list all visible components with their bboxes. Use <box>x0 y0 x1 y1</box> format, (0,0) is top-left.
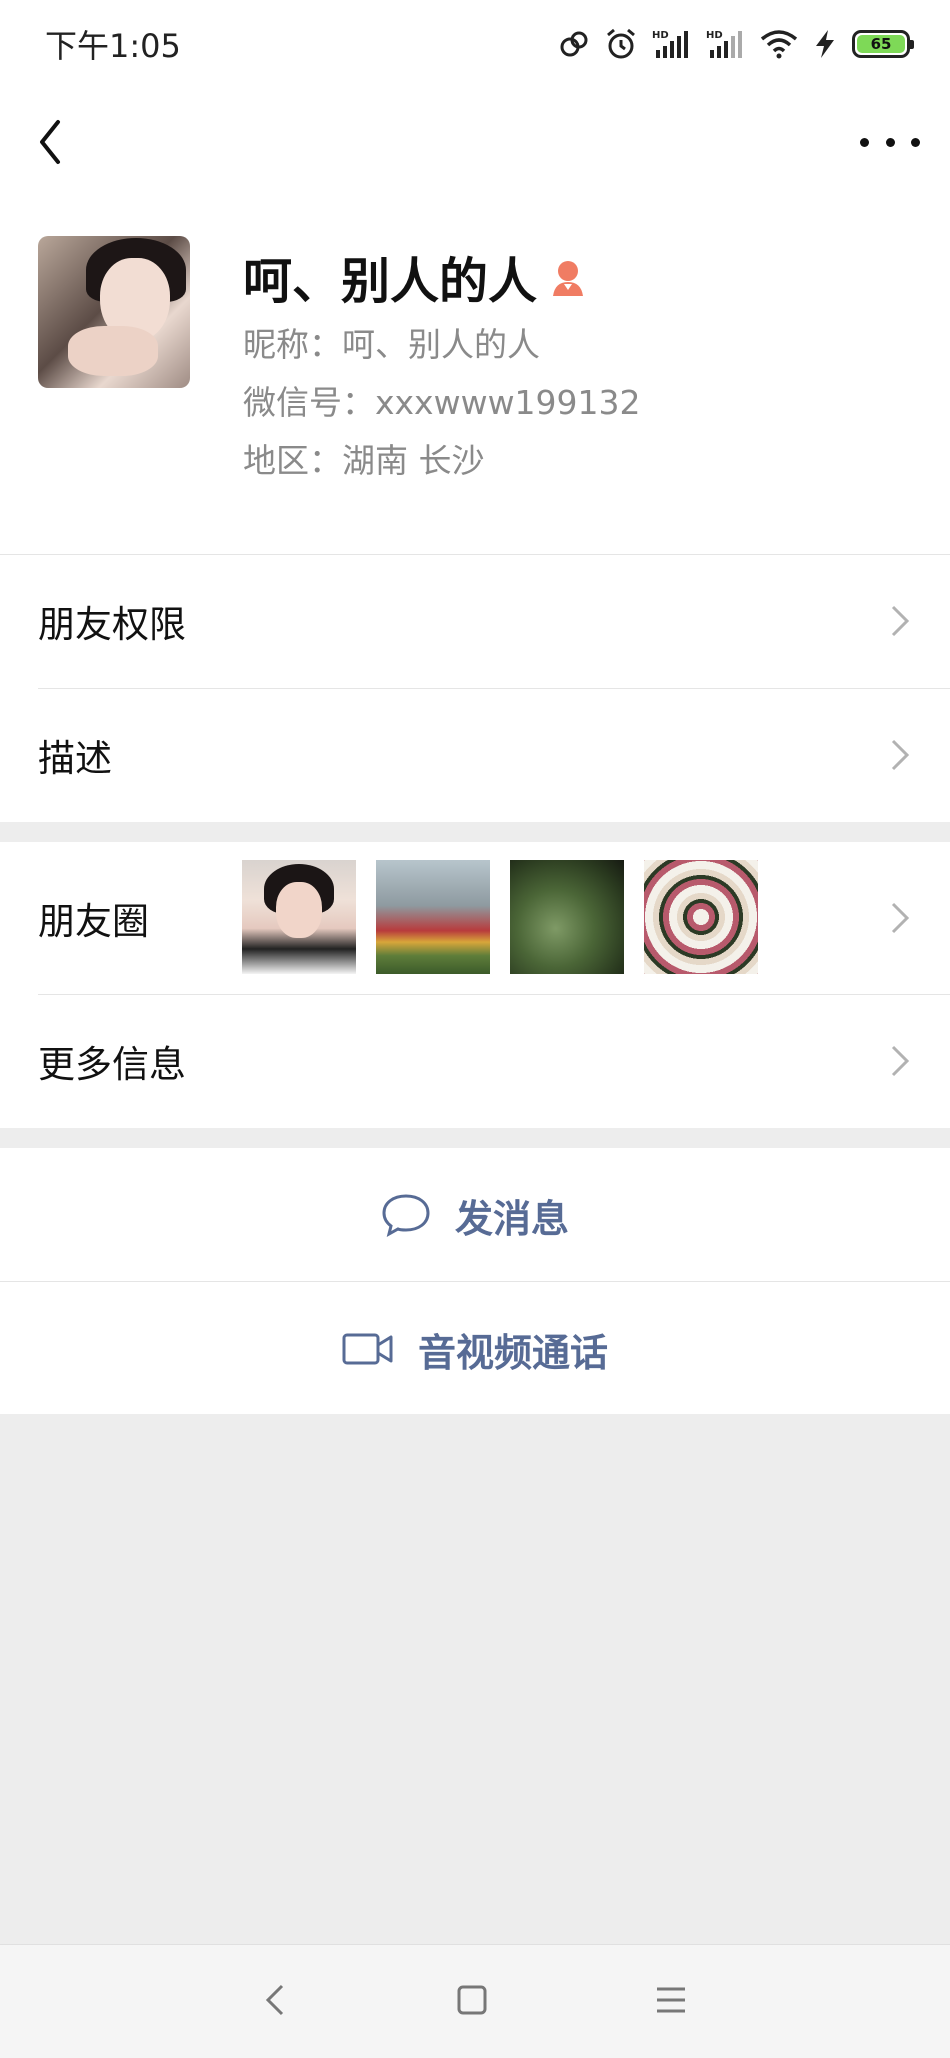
video-call-button[interactable]: 音视频通话 <box>0 1282 950 1416</box>
video-camera-icon <box>342 1333 393 1365</box>
profile-header: 呵、别人的人 昵称：呵、别人的人 微信号：xxxwww199132 地区：湖南 … <box>0 198 950 554</box>
battery-level: 65 <box>857 35 905 53</box>
more-dots-icon <box>911 137 920 147</box>
link-icon <box>560 31 588 57</box>
moment-thumbnail[interactable] <box>644 860 758 974</box>
alarm-icon <box>607 28 635 59</box>
battery-icon: 65 <box>852 30 914 58</box>
actions-group: 发消息 音视频通话 <box>0 1148 950 1414</box>
moments-thumbnails <box>242 860 758 974</box>
menu-lines-icon <box>657 1987 685 2012</box>
more-info-row[interactable]: 更多信息 <box>0 994 950 1128</box>
moment-thumbnail[interactable] <box>376 860 490 974</box>
chevron-right-icon <box>891 605 910 637</box>
status-icons: HD HD 65 <box>558 27 914 61</box>
system-home-button[interactable] <box>455 1983 489 2021</box>
chevron-left-icon <box>40 120 60 164</box>
system-back-button[interactable] <box>262 1982 290 2022</box>
description-row[interactable]: 描述 <box>0 688 950 822</box>
wifi-icon <box>760 30 798 59</box>
top-nav <box>0 88 950 198</box>
hd-signal-icon: HD <box>706 30 742 58</box>
more-info-label: 更多信息 <box>38 1043 186 1086</box>
settings-group: 朋友权限 描述 <box>0 554 950 822</box>
moment-thumbnail[interactable] <box>510 860 624 974</box>
more-dots-icon <box>860 137 869 147</box>
nickname-line: 昵称：呵、别人的人 <box>243 325 540 364</box>
wechat-id-line: 微信号：xxxwww199132 <box>243 383 641 422</box>
status-time: 下午1:05 <box>45 27 181 65</box>
home-square-icon <box>457 1985 487 2014</box>
chevron-right-icon <box>891 902 910 934</box>
video-call-label: 音视频通话 <box>417 1330 608 1375</box>
name-row: 呵、别人的人 <box>243 242 587 313</box>
friend-permissions-row[interactable]: 朋友权限 <box>0 554 950 688</box>
more-dots-icon <box>885 137 895 147</box>
back-triangle-icon <box>265 1984 284 2015</box>
hd-signal-icon: HD <box>652 30 688 58</box>
system-nav-bar <box>0 1944 950 2058</box>
female-icon <box>553 260 584 296</box>
back-button[interactable] <box>28 114 78 170</box>
region-line: 地区：湖南 长沙 <box>243 441 485 480</box>
status-bar: 下午1:05 HD HD 65 <box>0 0 950 88</box>
avatar[interactable] <box>38 236 190 388</box>
more-options-button[interactable] <box>860 120 920 164</box>
moments-label: 朋友圈 <box>38 900 149 943</box>
svg-text:HD: HD <box>652 30 669 41</box>
send-message-button[interactable]: 发消息 <box>0 1148 950 1282</box>
chevron-right-icon <box>891 1045 910 1077</box>
friend-permissions-label: 朋友权限 <box>38 603 186 646</box>
chat-bubble-icon <box>382 1194 430 1237</box>
send-message-label: 发消息 <box>454 1196 569 1241</box>
moments-row[interactable]: 朋友圈 <box>0 842 950 994</box>
system-menu-button[interactable] <box>654 1985 688 2019</box>
description-label: 描述 <box>38 737 112 780</box>
chevron-right-icon <box>891 739 910 771</box>
moments-group: 朋友圈 更多信息 <box>0 842 950 1128</box>
display-name: 呵、别人的人 <box>243 253 538 310</box>
charging-icon <box>816 30 834 58</box>
moment-thumbnail[interactable] <box>242 860 356 974</box>
svg-text:HD: HD <box>706 30 723 41</box>
